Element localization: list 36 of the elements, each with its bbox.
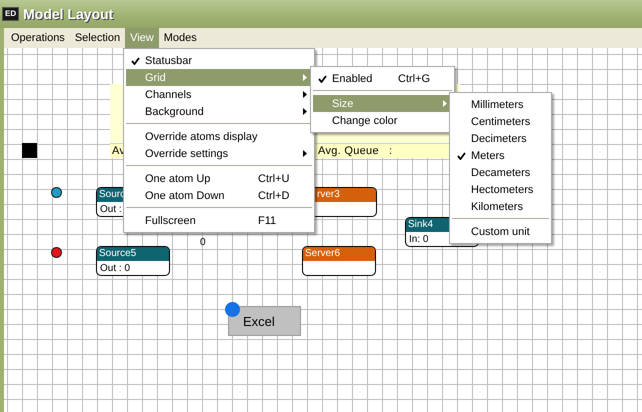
menu-item[interactable]: Kilometers [452,198,549,215]
menu-item[interactable]: Decameters [452,164,549,181]
node-title: Source5 [97,247,169,261]
block-label: Excel [243,314,275,328]
menu-bar-item[interactable]: Selection [70,28,126,48]
value-label: 0 [200,237,206,248]
menu-item[interactable]: Centimeters [452,113,549,130]
shortcut-text: F11 [258,214,278,226]
node-title: rver3 [315,188,376,202]
square-marker [22,143,37,158]
shortcut-text: Ctrl+D [258,190,290,202]
shortcut-text: Ctrl+U [258,172,290,184]
menu-item[interactable]: Hectometers [452,181,549,198]
stats-label: Avg. Queue : [318,144,392,158]
menu-item[interactable]: Statusbar [126,52,312,69]
menu-item[interactable]: Enabled Ctrl+G [313,70,452,87]
menu-item[interactable]: Background [126,103,312,120]
shortcut-text: Ctrl+G [398,72,432,84]
menu-item[interactable]: One atom Up Ctrl+U [126,170,312,187]
menu-item[interactable]: Millimeters [452,96,549,113]
menu-item[interactable]: Fullscreen F11 [126,212,312,229]
menu-item[interactable]: Override atoms display [126,128,312,145]
app-icon: ED [2,7,20,21]
node-value: Out : [100,204,122,214]
node-title: Server6 [303,247,375,261]
menu-item[interactable]: Change color [313,112,452,129]
menu-item[interactable]: Decimeters [452,130,549,147]
menu-item[interactable]: Meters [452,147,549,164]
window-title: Model Layout [23,6,114,22]
connector-dot [225,302,240,317]
menu-item[interactable]: Override settings [126,145,312,162]
menu-bar-item[interactable]: Operations [6,28,70,48]
menu-item[interactable]: Channels [126,86,312,103]
node-value: Out : 0 [100,262,130,274]
menu-bar-item[interactable]: Modes [158,28,202,48]
node-value: In: 0 [409,234,428,244]
